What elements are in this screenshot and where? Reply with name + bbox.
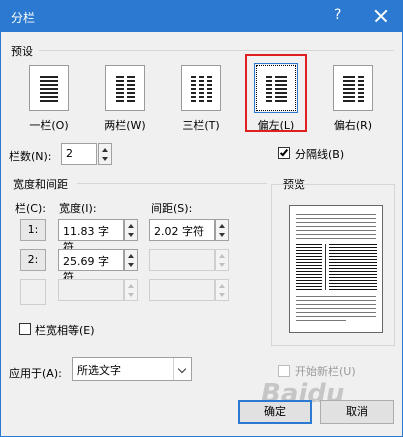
column-2-spacing-stepper bbox=[215, 249, 229, 271]
preview-right-column bbox=[329, 244, 377, 290]
column-2-spacing-input bbox=[149, 249, 215, 271]
column-1-button[interactable]: 1: bbox=[20, 219, 46, 241]
column-3-width-stepper bbox=[124, 279, 138, 301]
two-columns-icon bbox=[105, 65, 145, 111]
column-2-width-input[interactable]: 25.69 字符 bbox=[58, 249, 124, 284]
column-2-width-stepper[interactable] bbox=[124, 249, 138, 271]
width-header: 宽度(I): bbox=[59, 202, 97, 215]
col-header: 栏(C): bbox=[15, 202, 46, 215]
column-3-spacing-stepper bbox=[215, 279, 229, 301]
width-spacing-divider bbox=[77, 183, 267, 184]
preset-three-columns-label: 三栏(T) bbox=[182, 119, 220, 132]
equal-width-label: 栏宽相等(E) bbox=[35, 324, 95, 337]
separator-label: 分隔线(B) bbox=[295, 148, 345, 161]
close-icon[interactable] bbox=[368, 5, 394, 27]
ok-button[interactable]: 确定 bbox=[238, 400, 312, 424]
help-button[interactable]: ? bbox=[334, 7, 341, 23]
preset-two-columns-label: 两栏(W) bbox=[104, 119, 146, 132]
columns-dialog: 分栏 ? 预设 一栏(O) 两栏(W) 三栏(T) 偏左(L) 偏右(R) 栏数… bbox=[0, 0, 403, 437]
three-columns-icon bbox=[181, 65, 221, 111]
preview-page bbox=[289, 205, 383, 333]
column-1-spacing-value: 2.02 字符 bbox=[154, 225, 204, 238]
title-bar: 分栏 ? bbox=[1, 1, 402, 32]
preset-one-column[interactable]: 一栏(O) bbox=[19, 65, 79, 133]
cancel-button[interactable]: 取消 bbox=[320, 400, 394, 424]
spacing-header: 间距(S): bbox=[151, 202, 193, 215]
apply-to-dropdown[interactable]: 所选文字 bbox=[72, 357, 192, 381]
preview-separator bbox=[325, 244, 326, 290]
presets-group-label: 预设 bbox=[11, 45, 33, 58]
apply-to-value: 所选文字 bbox=[77, 364, 121, 377]
preview-left-column bbox=[296, 244, 322, 290]
columns-count-stepper[interactable] bbox=[98, 143, 112, 165]
preset-right[interactable]: 偏右(R) bbox=[323, 65, 383, 133]
preset-one-column-label: 一栏(O) bbox=[29, 119, 69, 132]
one-column-icon bbox=[29, 65, 69, 111]
column-3-spacing-input bbox=[149, 279, 215, 301]
columns-count-input[interactable]: 2 bbox=[61, 143, 97, 165]
dialog-title: 分栏 bbox=[11, 11, 36, 25]
equal-width-checkbox[interactable] bbox=[19, 323, 31, 335]
columns-count-label: 栏数(N): bbox=[9, 150, 52, 163]
columns-count-value: 2 bbox=[66, 147, 73, 160]
chevron-down-icon bbox=[173, 358, 191, 380]
column-2-button[interactable]: 2: bbox=[20, 249, 46, 271]
presets-divider bbox=[39, 50, 394, 51]
preset-two-columns[interactable]: 两栏(W) bbox=[95, 65, 155, 133]
separator-checkbox[interactable] bbox=[278, 147, 290, 159]
new-column-checkbox bbox=[278, 365, 290, 377]
width-spacing-group-label: 宽度和间距 bbox=[13, 178, 68, 191]
highlight-box bbox=[245, 54, 307, 132]
column-1-width-input[interactable]: 11.83 字符 bbox=[58, 219, 124, 254]
column-1-width-stepper[interactable] bbox=[124, 219, 138, 241]
column-3-width-input bbox=[58, 279, 124, 301]
column-3-button bbox=[20, 279, 46, 305]
preset-right-label: 偏右(R) bbox=[333, 119, 373, 132]
preset-three-columns[interactable]: 三栏(T) bbox=[171, 65, 231, 133]
right-column-icon bbox=[333, 65, 373, 111]
apply-to-label: 应用于(A): bbox=[9, 367, 62, 380]
column-1-spacing-input[interactable]: 2.02 字符 bbox=[149, 219, 215, 241]
column-1-spacing-stepper[interactable] bbox=[215, 219, 229, 241]
new-column-label: 开始新栏(U) bbox=[295, 365, 356, 378]
